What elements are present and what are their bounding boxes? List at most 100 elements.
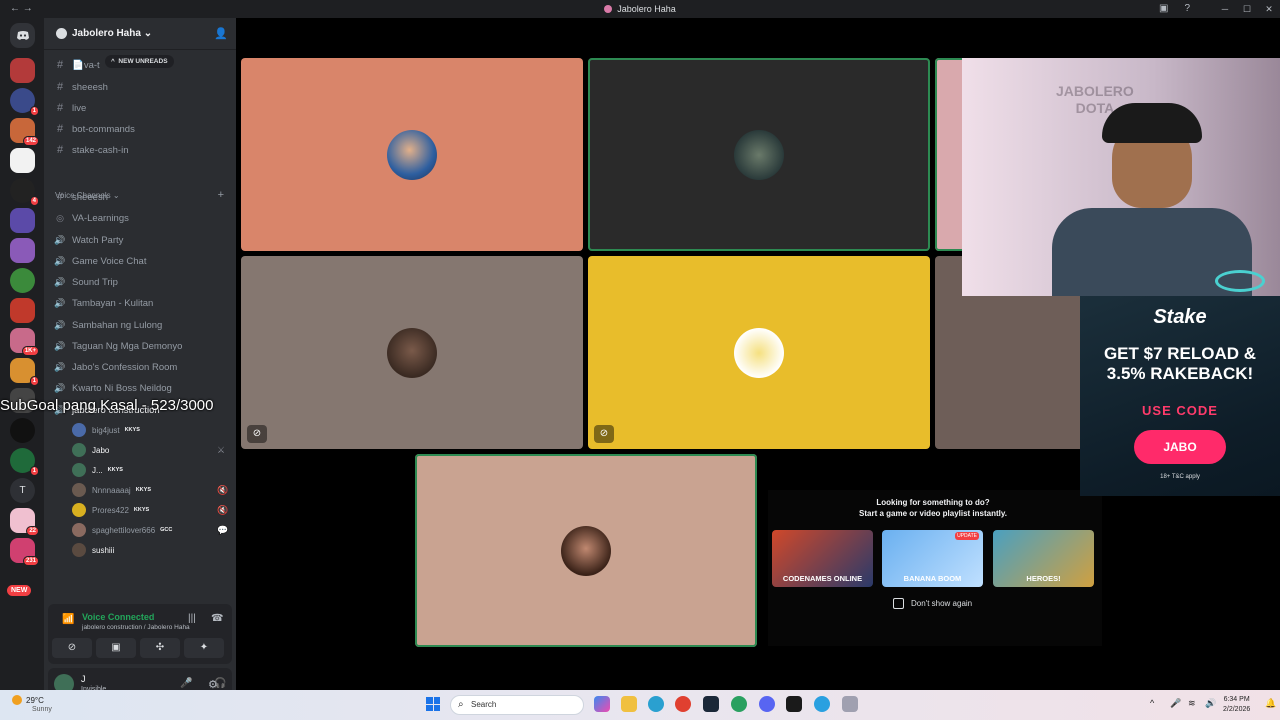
participant-tile[interactable] <box>415 454 757 647</box>
channel-item[interactable]: # stake-cash-in <box>54 141 129 159</box>
voice-user[interactable]: Nnnnaaaaj KKYS 🔇 <box>72 481 228 499</box>
add-channel-icon[interactable]: + <box>218 189 224 201</box>
discord-home-icon[interactable] <box>10 23 35 48</box>
weather-widget[interactable]: 29°C Sunny <box>12 695 52 713</box>
channel-item[interactable]: 🔊 Watch Party <box>54 231 123 249</box>
chrome-icon[interactable] <box>731 696 747 712</box>
voice-user[interactable]: big4just KKYS <box>72 421 140 439</box>
signal-icon[interactable]: 📶 <box>62 614 74 625</box>
help-icon[interactable]: ? <box>1184 3 1190 14</box>
server-icon[interactable] <box>10 58 35 83</box>
channel-item[interactable]: 🔊 Sound Trip <box>54 273 118 291</box>
channel-item[interactable]: ◎ VA-Learnings <box>54 209 129 227</box>
app-icon[interactable] <box>842 696 858 712</box>
copilot-icon[interactable] <box>594 696 610 712</box>
voice-user[interactable]: spaghettilover666 GCC 💬 <box>72 521 228 539</box>
file-explorer-icon[interactable] <box>621 696 637 712</box>
avatar <box>387 129 437 180</box>
channel-item[interactable]: # live <box>54 99 86 117</box>
disconnect-icon[interactable]: ☎ <box>211 613 223 624</box>
server-icon[interactable]: 1K+ <box>10 328 39 356</box>
channel-item[interactable]: # 📄va-t <box>54 56 100 74</box>
steam-icon[interactable] <box>703 696 719 712</box>
sun-icon <box>12 695 22 705</box>
channel-item[interactable]: 🔊 Kwarto Ni Boss Neildog <box>54 379 171 397</box>
voice-user[interactable]: sushiii <box>72 541 114 559</box>
participant-tile[interactable] <box>241 58 583 251</box>
server-icon[interactable]: 22 <box>10 508 39 536</box>
camera-off-button[interactable]: ⊘ <box>52 638 92 658</box>
server-icon[interactable]: 1 <box>10 88 39 116</box>
participant-tile[interactable]: ⊘ <box>241 256 583 449</box>
server-icon[interactable]: 231 <box>10 538 39 566</box>
voice-status-subtitle[interactable]: jabolero construction / Jabolero Haha <box>82 624 190 631</box>
channel-item[interactable]: # sheeesh <box>54 188 108 206</box>
server-icon[interactable] <box>10 298 35 323</box>
channel-item[interactable]: 🔊 Sambahan ng Lulong <box>54 316 162 334</box>
microphone-icon[interactable]: 🎤 <box>1170 698 1181 709</box>
voice-user[interactable]: Prores422 KKYS 🔇 <box>72 501 228 519</box>
activities-button[interactable]: ✣ <box>140 638 180 658</box>
screen-share-button[interactable]: ▣ <box>96 638 136 658</box>
chevron-down-icon: ⌄ <box>143 28 153 39</box>
server-icon[interactable]: 4 <box>10 178 39 206</box>
channel-item[interactable]: 🔊 Game Voice Chat <box>54 252 146 270</box>
new-unreads-pill[interactable]: ^ NEW UNREADS <box>105 55 174 68</box>
speaker-icon: 🔊 <box>54 361 66 372</box>
server-icon-t[interactable]: T <box>10 478 35 503</box>
server-icon[interactable] <box>10 208 35 233</box>
subgoal-overlay: SubGoal pang Kasal - 523/3000 <box>0 397 214 414</box>
server-icon[interactable]: 1 <box>10 448 39 476</box>
clock[interactable]: 6:34 PM 2/2/2026 <box>1223 695 1250 715</box>
discord-icon[interactable] <box>759 696 775 712</box>
username[interactable]: J <box>81 674 86 684</box>
channel-item[interactable]: 🔊 Taguan Ng Mga Demonyo <box>54 337 182 355</box>
cam-ring-icon <box>1215 270 1265 292</box>
server-icon[interactable] <box>10 418 35 443</box>
participant-tile[interactable]: ⊘ <box>588 256 930 449</box>
activity-card-banana-boom[interactable]: BANANA BOOM UPDATE <box>882 530 983 587</box>
soundboard-button[interactable]: ✦ <box>184 638 224 658</box>
voice-user[interactable]: Jabo ⚔ <box>72 441 225 459</box>
title-bar: ← → Jabolero Haha ▣ ? ─ ☐ ✕ <box>0 0 1280 18</box>
voice-user[interactable]: J... KKYS <box>72 461 123 479</box>
taskbar-search[interactable]: ⌕ Search <box>450 695 584 715</box>
server-icon[interactable]: 1 <box>10 358 39 386</box>
channel-item[interactable]: 🔊 Jabo's Confession Room <box>54 358 177 376</box>
microphone-icon[interactable]: 🎤 <box>180 678 192 689</box>
channel-item[interactable]: # sheeesh <box>54 78 108 96</box>
dont-show-again-checkbox[interactable]: Don't show again <box>893 598 972 609</box>
app-icon[interactable] <box>786 696 802 712</box>
telegram-icon[interactable] <box>814 696 830 712</box>
chrome-icon[interactable] <box>675 696 691 712</box>
server-icon[interactable] <box>10 268 35 293</box>
activity-card-codenames[interactable]: CODENAMES ONLINE <box>772 530 873 587</box>
network-icon[interactable]: ≋ <box>1188 698 1196 709</box>
checkbox[interactable] <box>893 598 904 609</box>
inbox-icon[interactable]: ▣ <box>1159 3 1168 14</box>
server-icon[interactable]: 142 <box>10 118 39 146</box>
chrome-icon[interactable] <box>648 696 664 712</box>
new-badge[interactable]: NEW <box>7 585 32 596</box>
chevron-up-icon[interactable]: ^ <box>1150 698 1154 708</box>
activity-card-heroes[interactable]: HEROES! <box>993 530 1094 587</box>
channel-item[interactable]: 🔊 Tambayan - Kulitan <box>54 294 153 312</box>
server-header[interactable]: Jabolero Haha ⌄ 👤 <box>44 18 236 50</box>
volume-icon[interactable]: 🔊 <box>1205 698 1216 709</box>
server-icon[interactable] <box>10 238 35 263</box>
noise-suppression-icon[interactable]: ||| <box>188 613 196 624</box>
invite-icon[interactable]: 👤 <box>214 27 228 40</box>
minimize-button[interactable]: ─ <box>1214 0 1236 18</box>
speaker-icon: 🔊 <box>54 382 66 393</box>
channel-item[interactable]: # bot-commands <box>54 120 135 138</box>
avatar <box>72 423 86 437</box>
participant-tile[interactable] <box>588 58 930 251</box>
maximize-button[interactable]: ☐ <box>1236 0 1258 18</box>
notification-icon[interactable]: 🔔 <box>1265 698 1276 709</box>
avatar <box>734 327 784 378</box>
voice-status-title[interactable]: Voice Connected <box>82 612 154 622</box>
server-icon[interactable] <box>10 148 35 173</box>
start-button[interactable] <box>426 697 440 711</box>
hash-icon: # <box>56 59 64 71</box>
close-button[interactable]: ✕ <box>1258 0 1280 18</box>
